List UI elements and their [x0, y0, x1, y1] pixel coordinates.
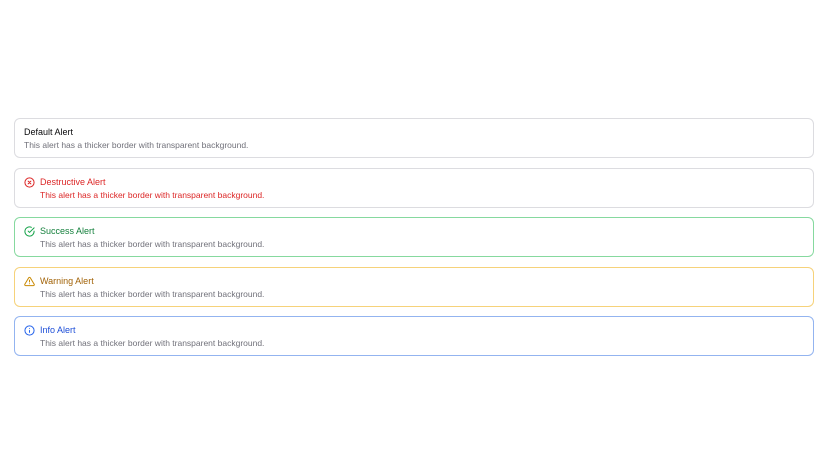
x-circle-icon	[24, 176, 35, 188]
alert-title: Default Alert	[24, 127, 74, 137]
info-circle-icon	[24, 325, 35, 336]
alert-title: Destructive Alert	[40, 176, 106, 187]
alert-destructive: Destructive Alert This alert has a thick…	[14, 167, 814, 208]
warning-triangle-icon	[24, 276, 35, 287]
alert-list: Default Alert This alert has a thicker b…	[14, 118, 814, 366]
alert-title: Info Alert	[40, 325, 76, 335]
alert-warning: Warning Alert This alert has a thicker b…	[14, 266, 814, 307]
alert-default: Default Alert This alert has a thicker b…	[14, 118, 814, 158]
alert-description: This alert has a thicker border with tra…	[40, 189, 265, 200]
alert-description: This alert has a thicker border with tra…	[40, 288, 265, 299]
alert-title: Success Alert	[40, 226, 95, 236]
alert-description: This alert has a thicker border with tra…	[40, 239, 265, 249]
alert-info: Info Alert This alert has a thicker bord…	[14, 316, 814, 356]
alert-success: Success Alert This alert has a thicker b…	[14, 217, 814, 257]
alert-title: Warning Alert	[40, 275, 94, 286]
check-circle-icon	[24, 226, 35, 237]
alert-description: This alert has a thicker border with tra…	[24, 140, 249, 150]
alert-description: This alert has a thicker border with tra…	[40, 338, 265, 348]
